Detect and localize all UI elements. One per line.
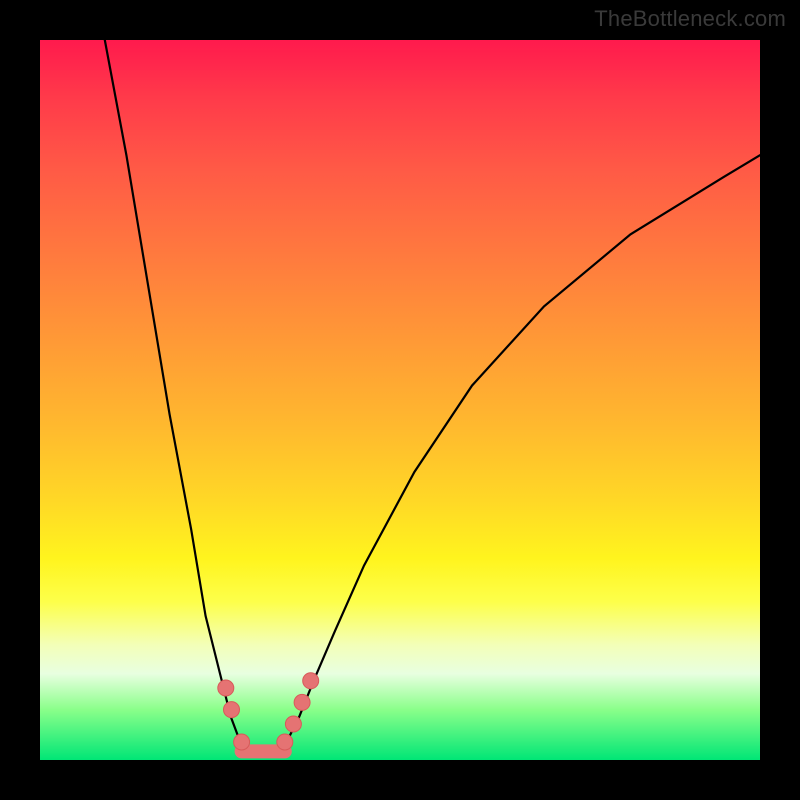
data-marker xyxy=(303,673,319,689)
chart-frame: TheBottleneck.com xyxy=(0,0,800,800)
watermark-text: TheBottleneck.com xyxy=(594,6,786,32)
data-marker xyxy=(294,694,310,710)
data-marker xyxy=(277,734,293,750)
curve-left-branch xyxy=(105,40,242,746)
data-marker xyxy=(224,702,240,718)
data-marker xyxy=(234,734,250,750)
data-marker xyxy=(285,716,301,732)
marker-group xyxy=(218,673,319,750)
data-marker xyxy=(218,680,234,696)
curve-right-branch xyxy=(285,155,760,745)
chart-svg xyxy=(40,40,760,760)
